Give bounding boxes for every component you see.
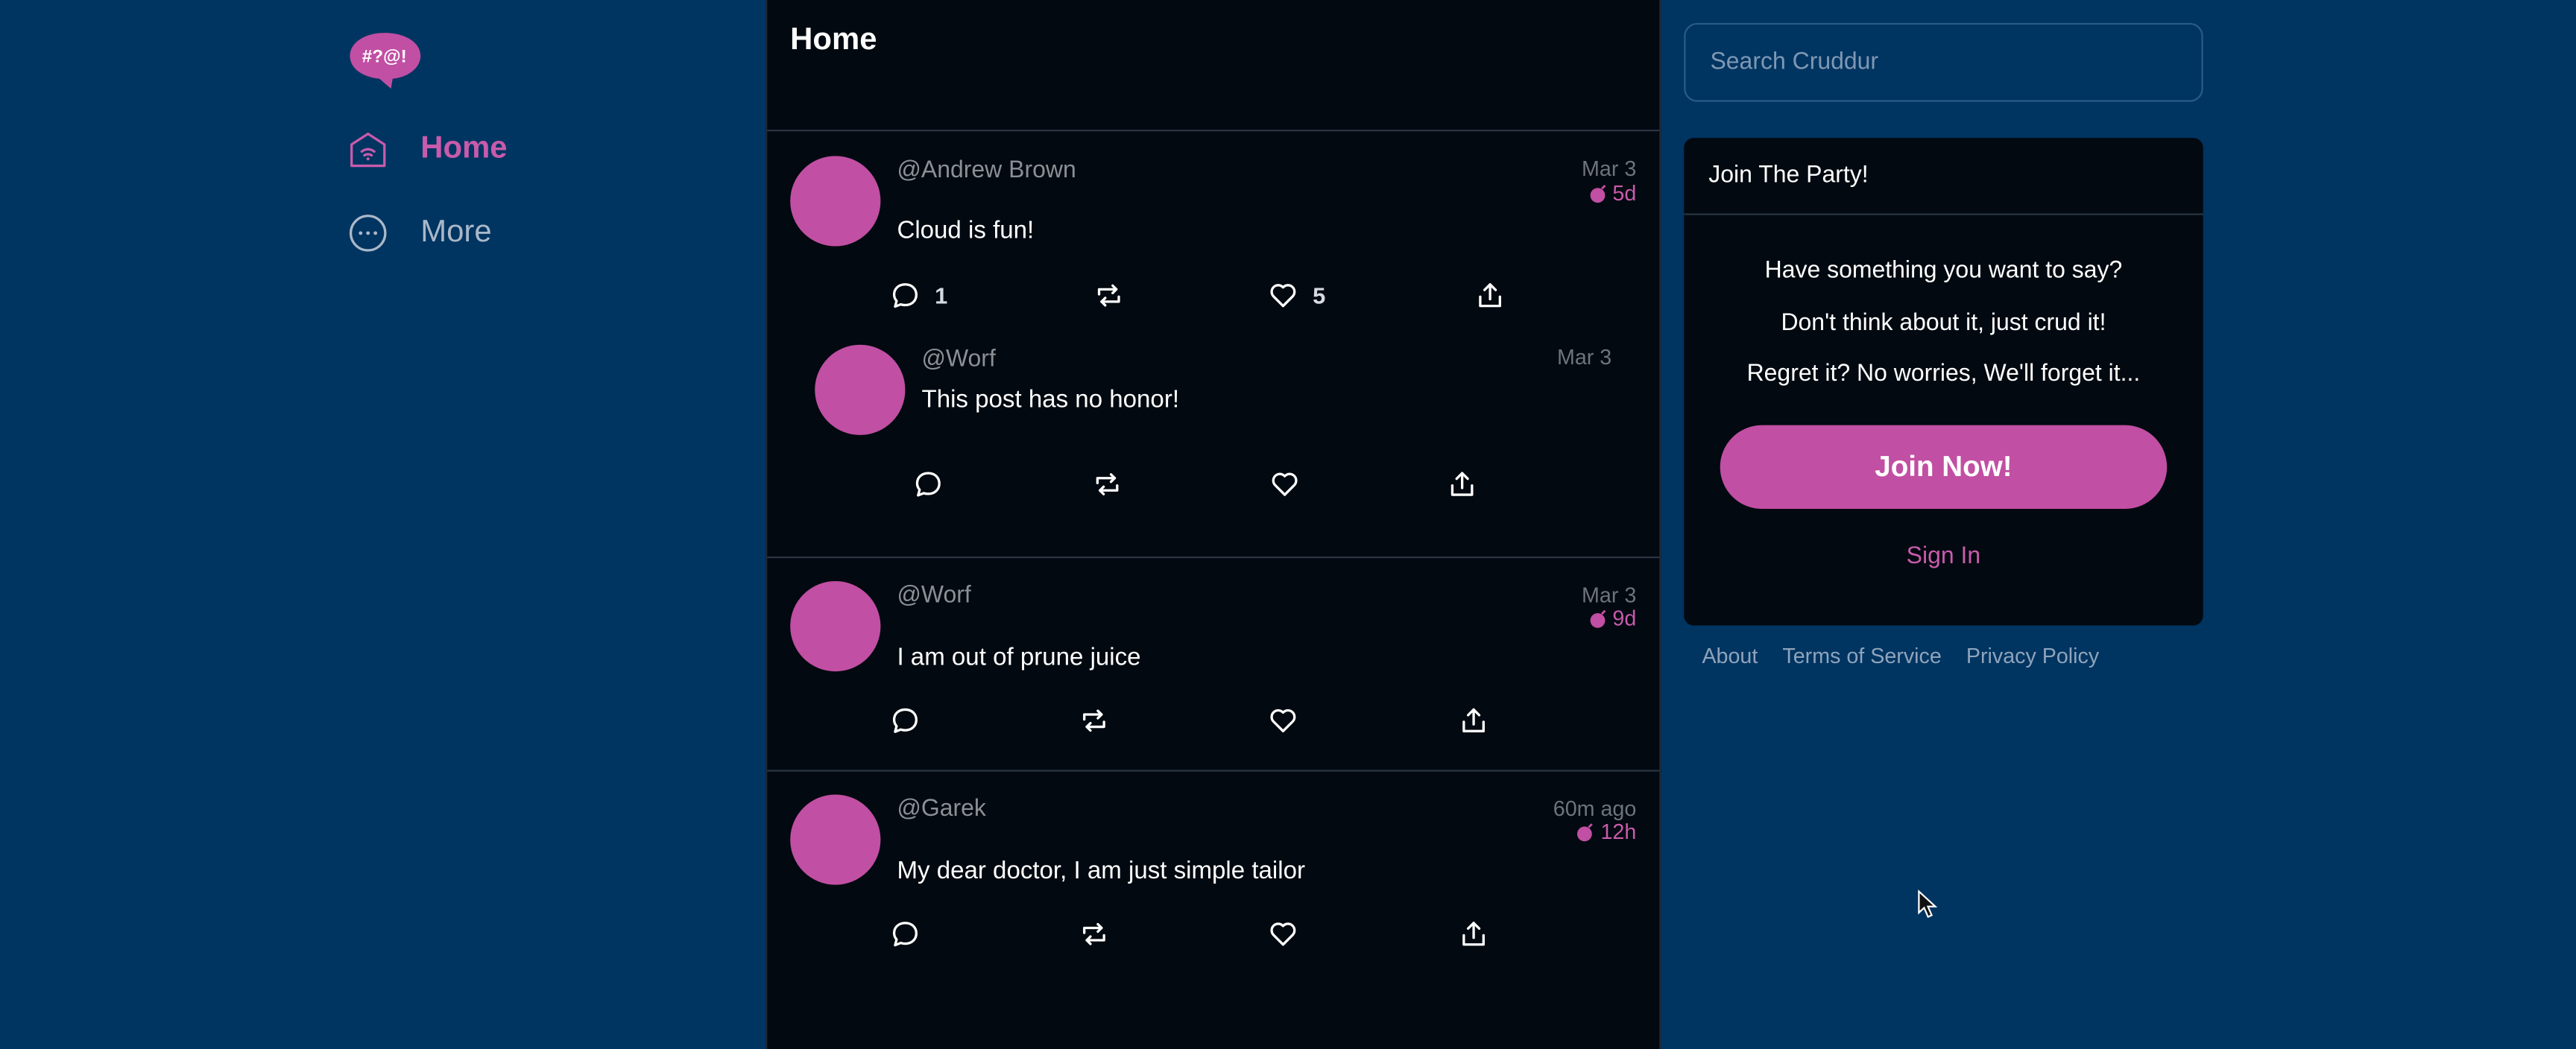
like-icon[interactable] bbox=[1270, 469, 1300, 499]
join-line: Don't think about it, just crud it! bbox=[1781, 310, 2106, 337]
avatar[interactable] bbox=[790, 156, 881, 247]
post-content: I am out of prune juice bbox=[897, 643, 1141, 672]
post-content: My dear doctor, I am just simple tailor bbox=[897, 857, 1306, 885]
footer-link-about[interactable]: About bbox=[1702, 644, 1758, 668]
post-date: Mar 3 bbox=[1582, 583, 1637, 608]
reply-icon[interactable] bbox=[891, 281, 921, 311]
share-icon[interactable] bbox=[1459, 706, 1489, 735]
post-expiry: 12h bbox=[1576, 819, 1637, 844]
post-item[interactable]: @Andrew Brown Mar 3 5d Cloud is fun! 1 5… bbox=[767, 131, 1660, 559]
reply-content: This post has no honor! bbox=[921, 385, 1180, 414]
join-card-title: Join The Party! bbox=[1684, 138, 2203, 215]
sidebar-item-more[interactable]: More bbox=[348, 209, 492, 258]
like-icon[interactable] bbox=[1269, 281, 1298, 311]
footer: About Terms of Service Privacy Policy bbox=[1702, 644, 2124, 668]
like-count: 5 bbox=[1313, 282, 1326, 309]
repost-icon[interactable] bbox=[1094, 281, 1124, 311]
reply-icon[interactable] bbox=[891, 706, 921, 735]
footer-link-terms[interactable]: Terms of Service bbox=[1782, 644, 1941, 668]
like-icon[interactable] bbox=[1269, 919, 1298, 949]
share-icon[interactable] bbox=[1448, 469, 1477, 499]
post-handle[interactable]: @Garek bbox=[897, 796, 986, 823]
like-icon[interactable] bbox=[1269, 706, 1298, 735]
join-line: Have something you want to say? bbox=[1764, 257, 2123, 285]
mouse-cursor-icon bbox=[1918, 890, 1938, 919]
repost-icon[interactable] bbox=[1079, 919, 1109, 949]
bomb-icon bbox=[1589, 609, 1606, 627]
avatar[interactable] bbox=[815, 344, 906, 435]
post-item[interactable]: @Garek 60m ago 12h My dear doctor, I am … bbox=[767, 772, 1659, 1049]
share-icon[interactable] bbox=[1459, 919, 1489, 949]
reply-count: 1 bbox=[935, 282, 948, 309]
post-date: 60m ago bbox=[1553, 796, 1637, 821]
join-card: Join The Party! Have something you want … bbox=[1684, 138, 2203, 626]
reply-handle[interactable]: @Worf bbox=[922, 346, 996, 373]
reply-icon[interactable] bbox=[891, 919, 921, 949]
feed: Home @Andrew Brown Mar 3 5d Cloud is fun… bbox=[765, 0, 1661, 1049]
sign-in-link[interactable]: Sign In bbox=[1684, 543, 2203, 569]
repost-icon[interactable] bbox=[1093, 469, 1123, 499]
logo-text: #?@! bbox=[362, 47, 407, 67]
search-input[interactable] bbox=[1684, 22, 2203, 102]
avatar[interactable] bbox=[790, 794, 881, 885]
bomb-icon bbox=[1589, 183, 1606, 203]
feed-header: Home bbox=[767, 0, 1660, 132]
post-expiry: 9d bbox=[1588, 606, 1636, 630]
reply-date: Mar 3 bbox=[1556, 344, 1612, 370]
bomb-icon bbox=[1577, 822, 1594, 841]
post-item[interactable]: @Worf Mar 3 9d I am out of prune juice bbox=[767, 558, 1660, 772]
post-expiry-text: 12h bbox=[1600, 819, 1637, 844]
post-handle[interactable]: @Worf bbox=[897, 583, 970, 609]
post-expiry-text: 5d bbox=[1612, 180, 1637, 206]
page-title: Home bbox=[790, 22, 877, 58]
post-expiry: 5d bbox=[1588, 180, 1636, 205]
app-stage: #?@! Home More Home @Andrew Brown Mar 3 … bbox=[0, 0, 2576, 1049]
logo-icon[interactable]: #?@! bbox=[348, 30, 422, 91]
post-handle[interactable]: @Andrew Brown bbox=[897, 158, 1076, 184]
sidebar-item-home[interactable]: Home bbox=[348, 124, 508, 174]
share-icon[interactable] bbox=[1475, 281, 1505, 311]
join-line: Regret it? No worries, We'll forget it..… bbox=[1746, 361, 2141, 388]
more-icon bbox=[349, 215, 387, 252]
join-now-button[interactable]: Join Now! bbox=[1720, 425, 2168, 510]
post-date: Mar 3 bbox=[1582, 156, 1637, 181]
footer-link-privacy[interactable]: Privacy Policy bbox=[1966, 644, 2099, 668]
post-expiry-text: 9d bbox=[1612, 606, 1637, 631]
post-content: Cloud is fun! bbox=[897, 216, 1035, 245]
sidebar-item-label: Home bbox=[420, 131, 508, 166]
repost-icon[interactable] bbox=[1079, 706, 1109, 735]
avatar[interactable] bbox=[790, 581, 881, 672]
home-icon bbox=[350, 132, 386, 168]
reply-icon[interactable] bbox=[913, 469, 943, 499]
sidebar-item-label: More bbox=[420, 215, 492, 250]
